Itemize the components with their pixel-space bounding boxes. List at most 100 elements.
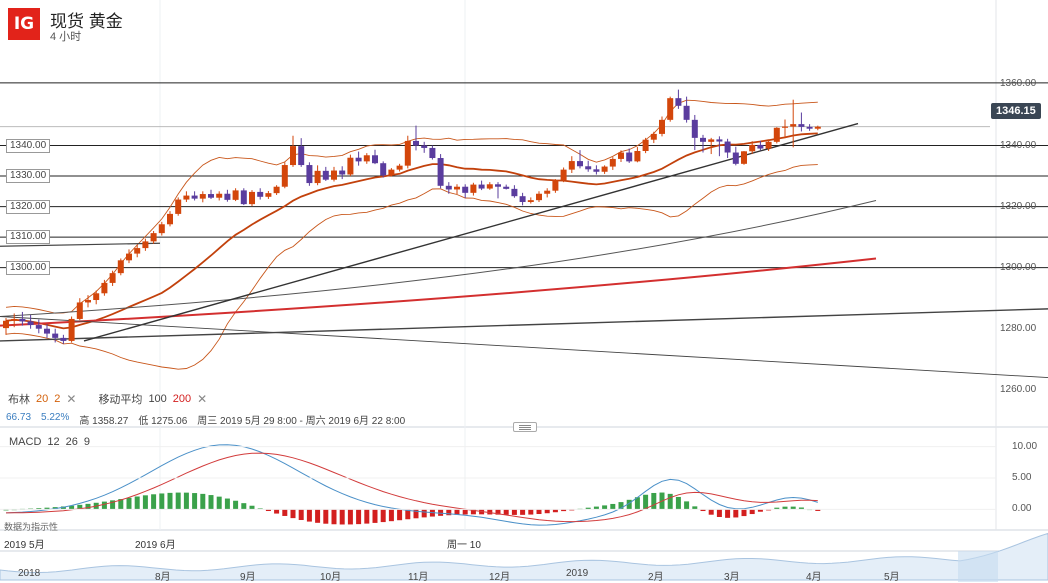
close-icon[interactable]: ✕ (66, 392, 76, 406)
macd-histogram-bar (274, 509, 280, 514)
ma-200-label: 200 (172, 393, 192, 405)
candle-body (519, 196, 526, 202)
candle-body (757, 144, 764, 149)
candle-body (76, 302, 83, 319)
candle-body (85, 300, 91, 303)
macd-histogram-bar (183, 492, 189, 510)
candle-body (150, 233, 157, 242)
current-price-tag: 1346.15 (991, 103, 1041, 119)
navigator-label: 10月 (320, 572, 342, 583)
macd-histogram-bar (643, 494, 649, 510)
macd-histogram-bar (725, 509, 731, 518)
candle-body (552, 180, 559, 191)
macd-histogram-bar (667, 493, 673, 510)
macd-histogram-bar (101, 501, 107, 510)
candle-body (650, 133, 657, 140)
macd-histogram-bar (421, 509, 427, 518)
candle-body (495, 184, 501, 187)
candle-body (667, 98, 674, 120)
macd-histogram-bar (372, 509, 378, 523)
indicative-note: 数据为指示性 (4, 522, 59, 532)
candle-body (675, 98, 682, 106)
macd-histogram-bar (610, 503, 616, 510)
candle-body (560, 169, 567, 181)
macd-histogram-bar (528, 509, 534, 515)
macd-line (5, 444, 818, 526)
macd-histogram-bar (684, 501, 690, 510)
macd-fast: 12 (47, 436, 60, 448)
candle-body (208, 194, 214, 198)
candle-body (158, 224, 165, 234)
candle-body (44, 328, 50, 334)
navigator-label: 4月 (806, 572, 822, 583)
macd-axis-label: 10.00 (1012, 440, 1038, 452)
macd-axis-label: 0.00 (1012, 503, 1032, 515)
candle-body (486, 184, 493, 189)
stat-range: 周三 2019 5月 29 8:00 - 周六 2019 6月 22 8:00 (197, 416, 406, 427)
candle-body (306, 165, 313, 184)
candle-body (183, 195, 190, 200)
macd-histogram-bar (544, 509, 550, 514)
candle-body (585, 166, 592, 170)
macd-signal: 9 (83, 436, 91, 448)
candle-body (199, 194, 206, 199)
ohlc-stats: 66.73 5.22% 高 1358.27 低 1275.06 周三 2019 … (6, 412, 405, 427)
candle-body (454, 186, 460, 190)
chart-canvas[interactable] (0, 0, 1048, 582)
candle-body (536, 193, 542, 201)
pane-resize-handle[interactable] (513, 422, 537, 432)
candle-body (347, 157, 354, 175)
macd-histogram-bar (241, 503, 247, 510)
candle-body (404, 140, 411, 166)
candle-body (117, 260, 124, 274)
candle-body (445, 185, 452, 190)
trendline (0, 316, 1048, 379)
candle-body (388, 169, 395, 176)
candle-body (765, 141, 772, 149)
macd-histogram-bar (323, 509, 329, 524)
candle-body (191, 195, 198, 199)
candle-body (396, 165, 403, 170)
level-label: 1320.00 (6, 199, 51, 214)
candle-body (19, 318, 26, 322)
macd-slow: 26 (65, 436, 78, 448)
price-axis-label: 1340.00 (1000, 139, 1037, 151)
candle-body (126, 253, 132, 261)
candle-body (577, 161, 583, 167)
candle-body (478, 184, 485, 189)
candle-body (732, 152, 739, 164)
timeframe-label[interactable]: 4 小时 (50, 28, 81, 44)
candle-body (691, 119, 698, 138)
macd-legend: MACD 12 26 9 (9, 436, 90, 448)
date-label-may: 2019 5月 (4, 540, 45, 551)
macd-histogram-bar (233, 500, 239, 510)
level-label: 1340.00 (6, 138, 51, 153)
candle-body (568, 161, 575, 170)
macd-histogram-bar (462, 509, 468, 515)
navigator-label: 12月 (489, 572, 511, 583)
bollinger-stddev: 2 (54, 393, 61, 405)
macd-histogram-bar (347, 509, 353, 525)
candle-body (773, 127, 780, 142)
navigator-label: 8月 (155, 572, 171, 583)
ma-label[interactable]: 移动平均 (98, 391, 142, 407)
candle-body (331, 170, 337, 180)
ig-logo: IG (8, 8, 40, 40)
candle-body (93, 293, 100, 301)
stat-change: 66.73 (6, 412, 32, 423)
bollinger-label[interactable]: 布林 (8, 391, 30, 407)
candle-body (249, 191, 255, 205)
date-label-june: 2019 6月 (135, 540, 176, 551)
macd-histogram-bar (339, 509, 345, 525)
candle-body (716, 139, 723, 142)
bollinger-lower (5, 164, 818, 370)
macd-histogram-bar (85, 503, 91, 510)
macd-histogram-bar (749, 509, 755, 515)
candle-body (142, 241, 149, 249)
macd-histogram-bar (733, 509, 739, 518)
macd-histogram-bar (151, 494, 157, 510)
close-icon[interactable]: ✕ (197, 392, 207, 406)
macd-histogram-bar (249, 505, 255, 510)
macd-label[interactable]: MACD (9, 436, 41, 448)
candle-body (642, 139, 649, 151)
